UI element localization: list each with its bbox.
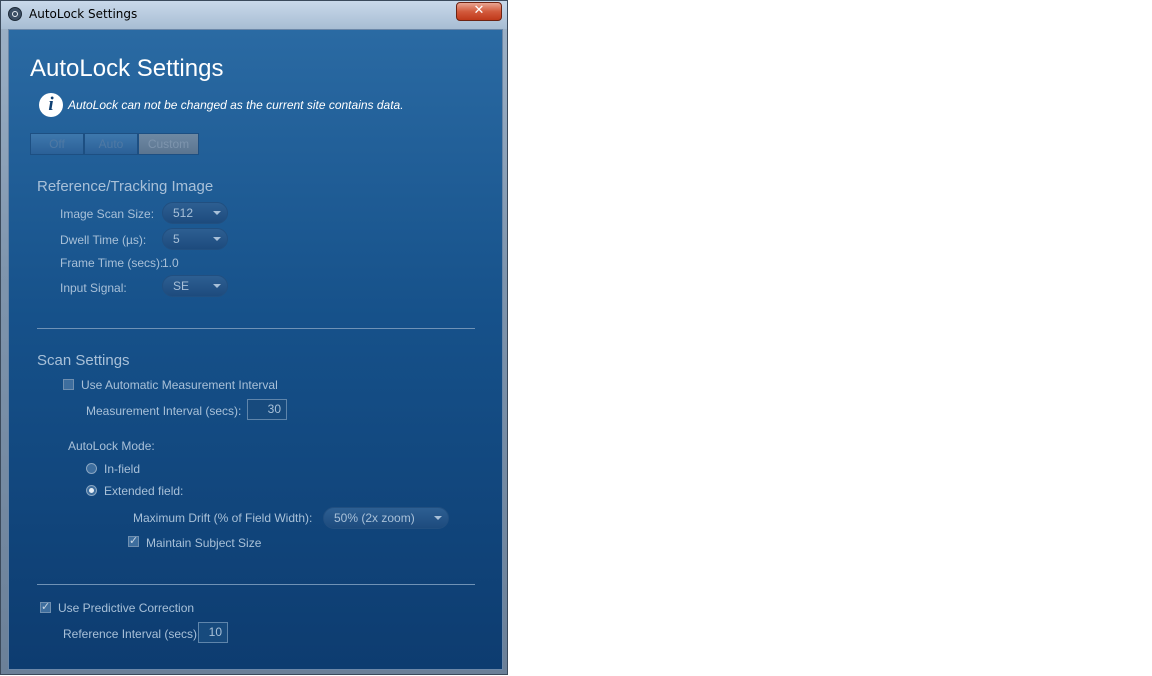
chevron-down-icon [213, 211, 221, 215]
frame-time-label: Frame Time (secs): [60, 256, 164, 270]
chevron-down-icon [434, 516, 442, 520]
title-bar[interactable]: AutoLock Settings ✕ [1, 1, 507, 29]
mode-off-button[interactable]: Off [30, 133, 84, 155]
max-drift-dropdown[interactable]: 50% (2x zoom) [323, 507, 449, 529]
measurement-interval-label: Measurement Interval (secs): [86, 404, 242, 418]
chevron-down-icon [213, 237, 221, 241]
dwell-time-label: Dwell Time (µs): [60, 233, 147, 247]
mode-auto-button[interactable]: Auto [84, 133, 138, 155]
window-title: AutoLock Settings [29, 7, 138, 21]
info-icon [39, 93, 63, 117]
dialog-content: AutoLock Settings AutoLock can not be ch… [8, 29, 503, 670]
autolock-settings-window: AutoLock Settings ✕ AutoLock Settings Au… [0, 0, 508, 675]
maintain-size-label: Maintain Subject Size [146, 536, 262, 550]
dwell-time-value: 5 [173, 232, 180, 246]
maintain-size-checkbox[interactable] [128, 534, 139, 547]
section-divider [37, 328, 475, 329]
chevron-down-icon [213, 284, 221, 288]
measurement-interval-input[interactable]: 30 [247, 399, 287, 420]
predictive-correction-checkbox[interactable] [40, 600, 51, 613]
page-title: AutoLock Settings [30, 55, 224, 82]
image-scan-size-label: Image Scan Size: [60, 207, 155, 221]
auto-interval-label: Use Automatic Measurement Interval [81, 378, 278, 392]
autolock-mode-label: AutoLock Mode: [68, 439, 155, 453]
reference-tracking-heading: Reference/Tracking Image [37, 178, 214, 195]
close-button[interactable]: ✕ [456, 2, 502, 21]
max-drift-value: 50% (2x zoom) [334, 511, 415, 525]
section-divider [37, 584, 475, 585]
auto-interval-checkbox[interactable] [63, 379, 74, 390]
close-icon: ✕ [473, 3, 485, 18]
image-scan-size-value: 512 [173, 206, 194, 220]
mode-custom-button[interactable]: Custom [138, 133, 199, 155]
reference-interval-label: Reference Interval (secs): [63, 627, 201, 641]
max-drift-label: Maximum Drift (% of Field Width): [133, 511, 313, 525]
predictive-correction-label: Use Predictive Correction [58, 601, 195, 615]
dwell-time-dropdown[interactable]: 5 [162, 228, 228, 250]
app-icon [8, 7, 22, 21]
frame-time-value: 1.0 [162, 256, 179, 270]
input-signal-dropdown[interactable]: SE [162, 275, 228, 297]
input-signal-value: SE [173, 279, 190, 293]
extended-field-radio[interactable] [86, 485, 97, 496]
scan-settings-heading: Scan Settings [37, 352, 130, 369]
image-scan-size-dropdown[interactable]: 512 [162, 202, 228, 224]
locked-notice: AutoLock can not be changed as the curre… [68, 98, 404, 112]
in-field-label: In-field [104, 462, 141, 476]
input-signal-label: Input Signal: [60, 281, 127, 295]
in-field-radio[interactable] [86, 463, 97, 474]
reference-interval-input[interactable]: 10 [198, 622, 228, 643]
extended-field-label: Extended field: [104, 484, 184, 498]
